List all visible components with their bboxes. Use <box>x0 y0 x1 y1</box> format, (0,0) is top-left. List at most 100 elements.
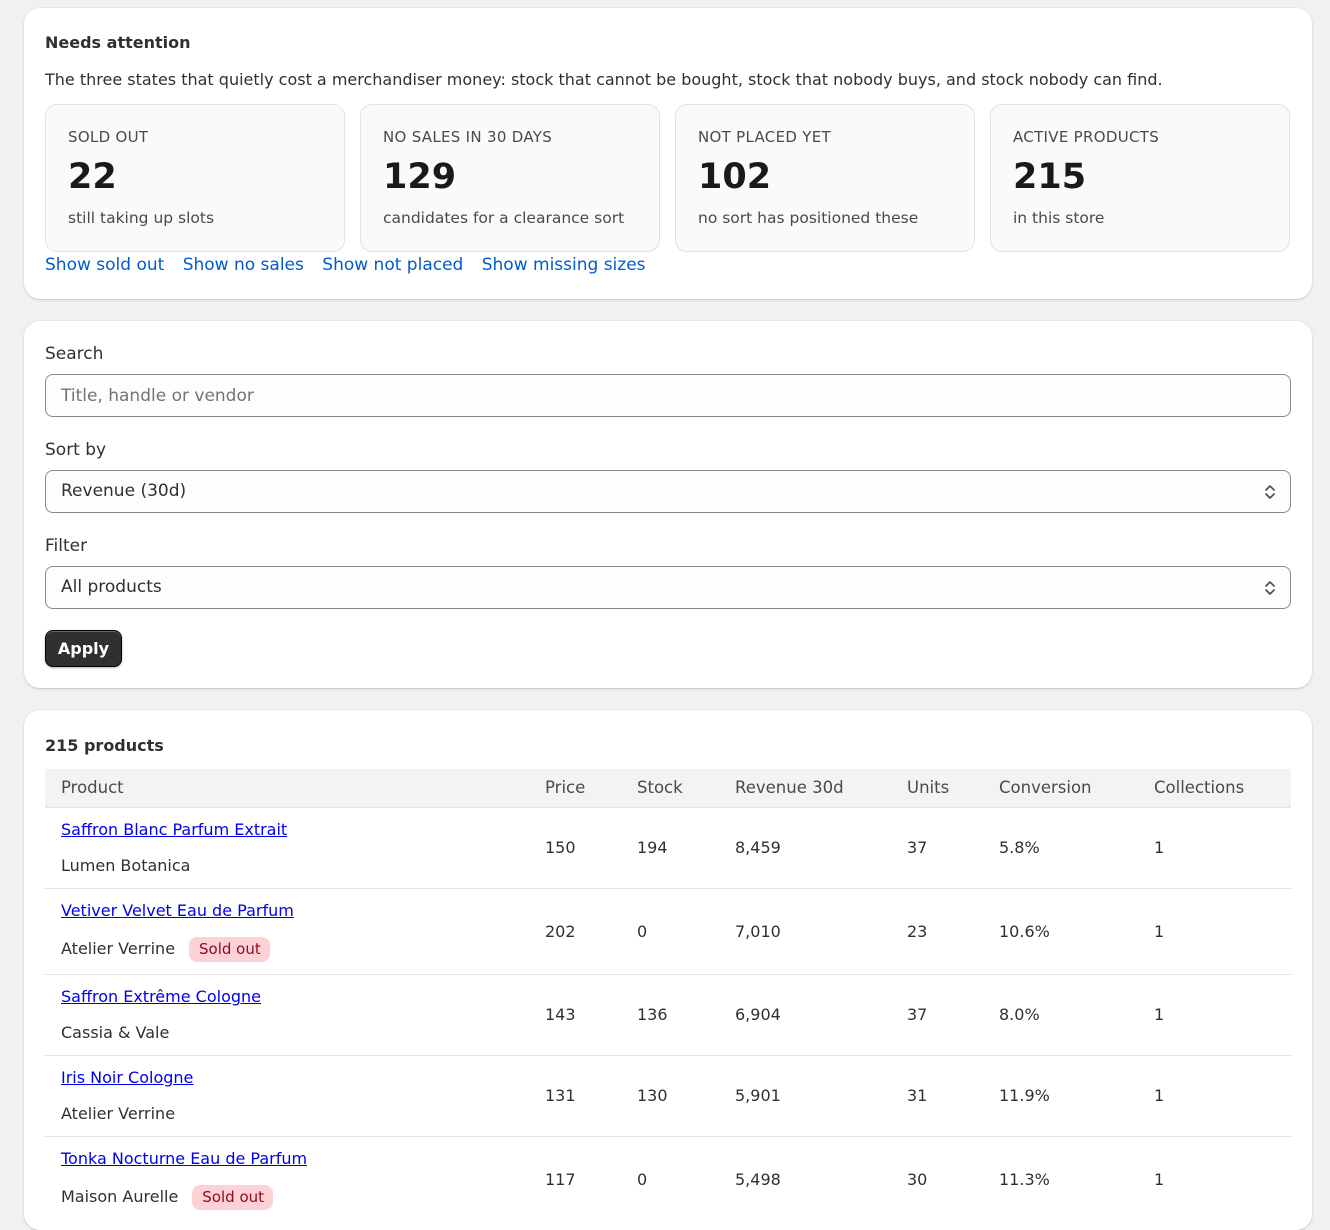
revenue-cell: 6,904 <box>719 973 891 1055</box>
sort-by-select[interactable]: Revenue (30d) <box>45 470 1291 513</box>
stat-tile-no-sales: NO SALES IN 30 DAYS 129 candidates for a… <box>360 104 660 252</box>
conversion-cell: 10.6% <box>983 887 1138 974</box>
show-missing-sizes-link[interactable]: Show missing sizes <box>482 255 646 275</box>
units-cell: 37 <box>891 973 983 1055</box>
stat-subtext: in this store <box>1013 209 1105 227</box>
stat-tiles: SOLD OUT 22 still taking up slots NO SAL… <box>45 104 1291 252</box>
filter-form-card: Search Sort by Revenue (30d) Filter All … <box>24 321 1312 688</box>
collections-cell: 1 <box>1138 1054 1291 1136</box>
collections-cell: 1 <box>1138 1135 1291 1222</box>
revenue-cell: 5,901 <box>719 1054 891 1136</box>
products-table-card: 215 products Product Price Stock Revenue… <box>24 710 1312 1230</box>
collections-cell: 1 <box>1138 973 1291 1055</box>
product-cell: Vetiver Velvet Eau de Parfum Atelier Ver… <box>45 887 529 974</box>
needs-attention-description: The three states that quietly cost a mer… <box>45 70 1163 89</box>
stat-tile-not-placed: NOT PLACED YET 102 no sort has positione… <box>675 104 975 252</box>
apply-button[interactable]: Apply <box>45 630 122 667</box>
filter-select[interactable]: All products <box>45 566 1291 609</box>
sold-out-badge: Sold out <box>192 1184 274 1210</box>
product-vendor: Maison Aurelle <box>61 1186 179 1206</box>
column-header-product[interactable]: Product <box>45 769 529 807</box>
attention-quick-links: Show sold out Show no sales Show not pla… <box>45 255 659 275</box>
product-cell: Saffron Blanc Parfum Extrait Lumen Botan… <box>45 806 529 888</box>
show-no-sales-link[interactable]: Show no sales <box>183 255 304 275</box>
sort-by-label: Sort by <box>45 440 107 460</box>
column-header-revenue[interactable]: Revenue 30d <box>719 769 891 807</box>
units-cell: 30 <box>891 1135 983 1222</box>
table-row: Vetiver Velvet Eau de Parfum Atelier Ver… <box>45 887 1291 974</box>
filter-value: All products <box>61 577 162 597</box>
table-row: Iris Noir Cologne Atelier Verrine 131 13… <box>45 1054 1291 1136</box>
sort-by-value: Revenue (30d) <box>61 481 187 501</box>
product-cell: Tonka Nocturne Eau de Parfum Maison Aure… <box>45 1135 529 1222</box>
products-table: Product Price Stock Revenue 30d Units Co… <box>45 769 1291 1222</box>
product-title-link[interactable]: Vetiver Velvet Eau de Parfum <box>61 901 529 920</box>
stat-value: 215 <box>1013 157 1087 197</box>
units-cell: 23 <box>891 887 983 974</box>
stock-cell: 136 <box>621 973 719 1055</box>
price-cell: 131 <box>529 1054 621 1136</box>
needs-attention-title: Needs attention <box>45 33 191 52</box>
needs-attention-card: Needs attention The three states that qu… <box>24 8 1312 299</box>
collections-cell: 1 <box>1138 887 1291 974</box>
conversion-cell: 8.0% <box>983 973 1138 1055</box>
stock-cell: 130 <box>621 1054 719 1136</box>
product-cell: Saffron Extrême Cologne Cassia & Vale <box>45 973 529 1055</box>
units-cell: 31 <box>891 1054 983 1136</box>
column-header-units[interactable]: Units <box>891 769 983 807</box>
sold-out-badge: Sold out <box>189 936 270 962</box>
products-count-title: 215 products <box>45 736 164 755</box>
product-title-link[interactable]: Tonka Nocturne Eau de Parfum <box>61 1149 529 1168</box>
product-cell: Iris Noir Cologne Atelier Verrine <box>45 1054 529 1136</box>
price-cell: 143 <box>529 973 621 1055</box>
stat-subtext: no sort has positioned these <box>698 209 919 227</box>
select-chevrons-icon <box>1265 485 1275 499</box>
collections-cell: 1 <box>1138 806 1291 888</box>
conversion-cell: 5.8% <box>983 806 1138 888</box>
stat-value: 129 <box>383 157 457 197</box>
units-cell: 37 <box>891 806 983 888</box>
column-header-stock[interactable]: Stock <box>621 769 719 807</box>
stat-subtext: candidates for a clearance sort <box>383 209 625 227</box>
conversion-cell: 11.3% <box>983 1135 1138 1222</box>
table-header-row: Product Price Stock Revenue 30d Units Co… <box>45 769 1291 807</box>
product-vendor: Atelier Verrine <box>61 938 176 958</box>
table-row: Saffron Blanc Parfum Extrait Lumen Botan… <box>45 806 1291 888</box>
price-cell: 202 <box>529 887 621 974</box>
stat-tile-sold-out: SOLD OUT 22 still taking up slots <box>45 104 345 252</box>
filter-label: Filter <box>45 536 88 556</box>
product-vendor: Atelier Verrine <box>61 1104 176 1123</box>
product-vendor: Cassia & Vale <box>61 1023 170 1042</box>
table-row: Tonka Nocturne Eau de Parfum Maison Aure… <box>45 1135 1291 1222</box>
stock-cell: 0 <box>621 887 719 974</box>
stat-subtext: still taking up slots <box>68 209 215 227</box>
column-header-collections[interactable]: Collections <box>1138 769 1291 807</box>
select-chevrons-icon <box>1265 581 1275 595</box>
revenue-cell: 7,010 <box>719 887 891 974</box>
product-title-link[interactable]: Saffron Extrême Cologne <box>61 987 529 1006</box>
stat-tile-active-products: ACTIVE PRODUCTS 215 in this store <box>990 104 1290 252</box>
column-header-conversion[interactable]: Conversion <box>983 769 1138 807</box>
revenue-cell: 5,498 <box>719 1135 891 1222</box>
conversion-cell: 11.9% <box>983 1054 1138 1136</box>
stat-value: 22 <box>68 157 117 197</box>
stat-label: ACTIVE PRODUCTS <box>1013 128 1160 146</box>
stat-label: SOLD OUT <box>68 128 149 146</box>
price-cell: 117 <box>529 1135 621 1222</box>
search-input[interactable] <box>45 374 1291 417</box>
product-vendor: Lumen Botanica <box>61 856 191 875</box>
revenue-cell: 8,459 <box>719 806 891 888</box>
stock-cell: 194 <box>621 806 719 888</box>
product-title-link[interactable]: Saffron Blanc Parfum Extrait <box>61 820 529 839</box>
show-not-placed-link[interactable]: Show not placed <box>322 255 463 275</box>
product-title-link[interactable]: Iris Noir Cologne <box>61 1068 529 1087</box>
column-header-price[interactable]: Price <box>529 769 621 807</box>
stat-value: 102 <box>698 157 772 197</box>
stat-label: NO SALES IN 30 DAYS <box>383 128 553 146</box>
search-label: Search <box>45 344 104 364</box>
table-row: Saffron Extrême Cologne Cassia & Vale 14… <box>45 973 1291 1055</box>
stat-label: NOT PLACED YET <box>698 128 831 146</box>
stock-cell: 0 <box>621 1135 719 1222</box>
price-cell: 150 <box>529 806 621 888</box>
show-sold-out-link[interactable]: Show sold out <box>45 255 164 275</box>
